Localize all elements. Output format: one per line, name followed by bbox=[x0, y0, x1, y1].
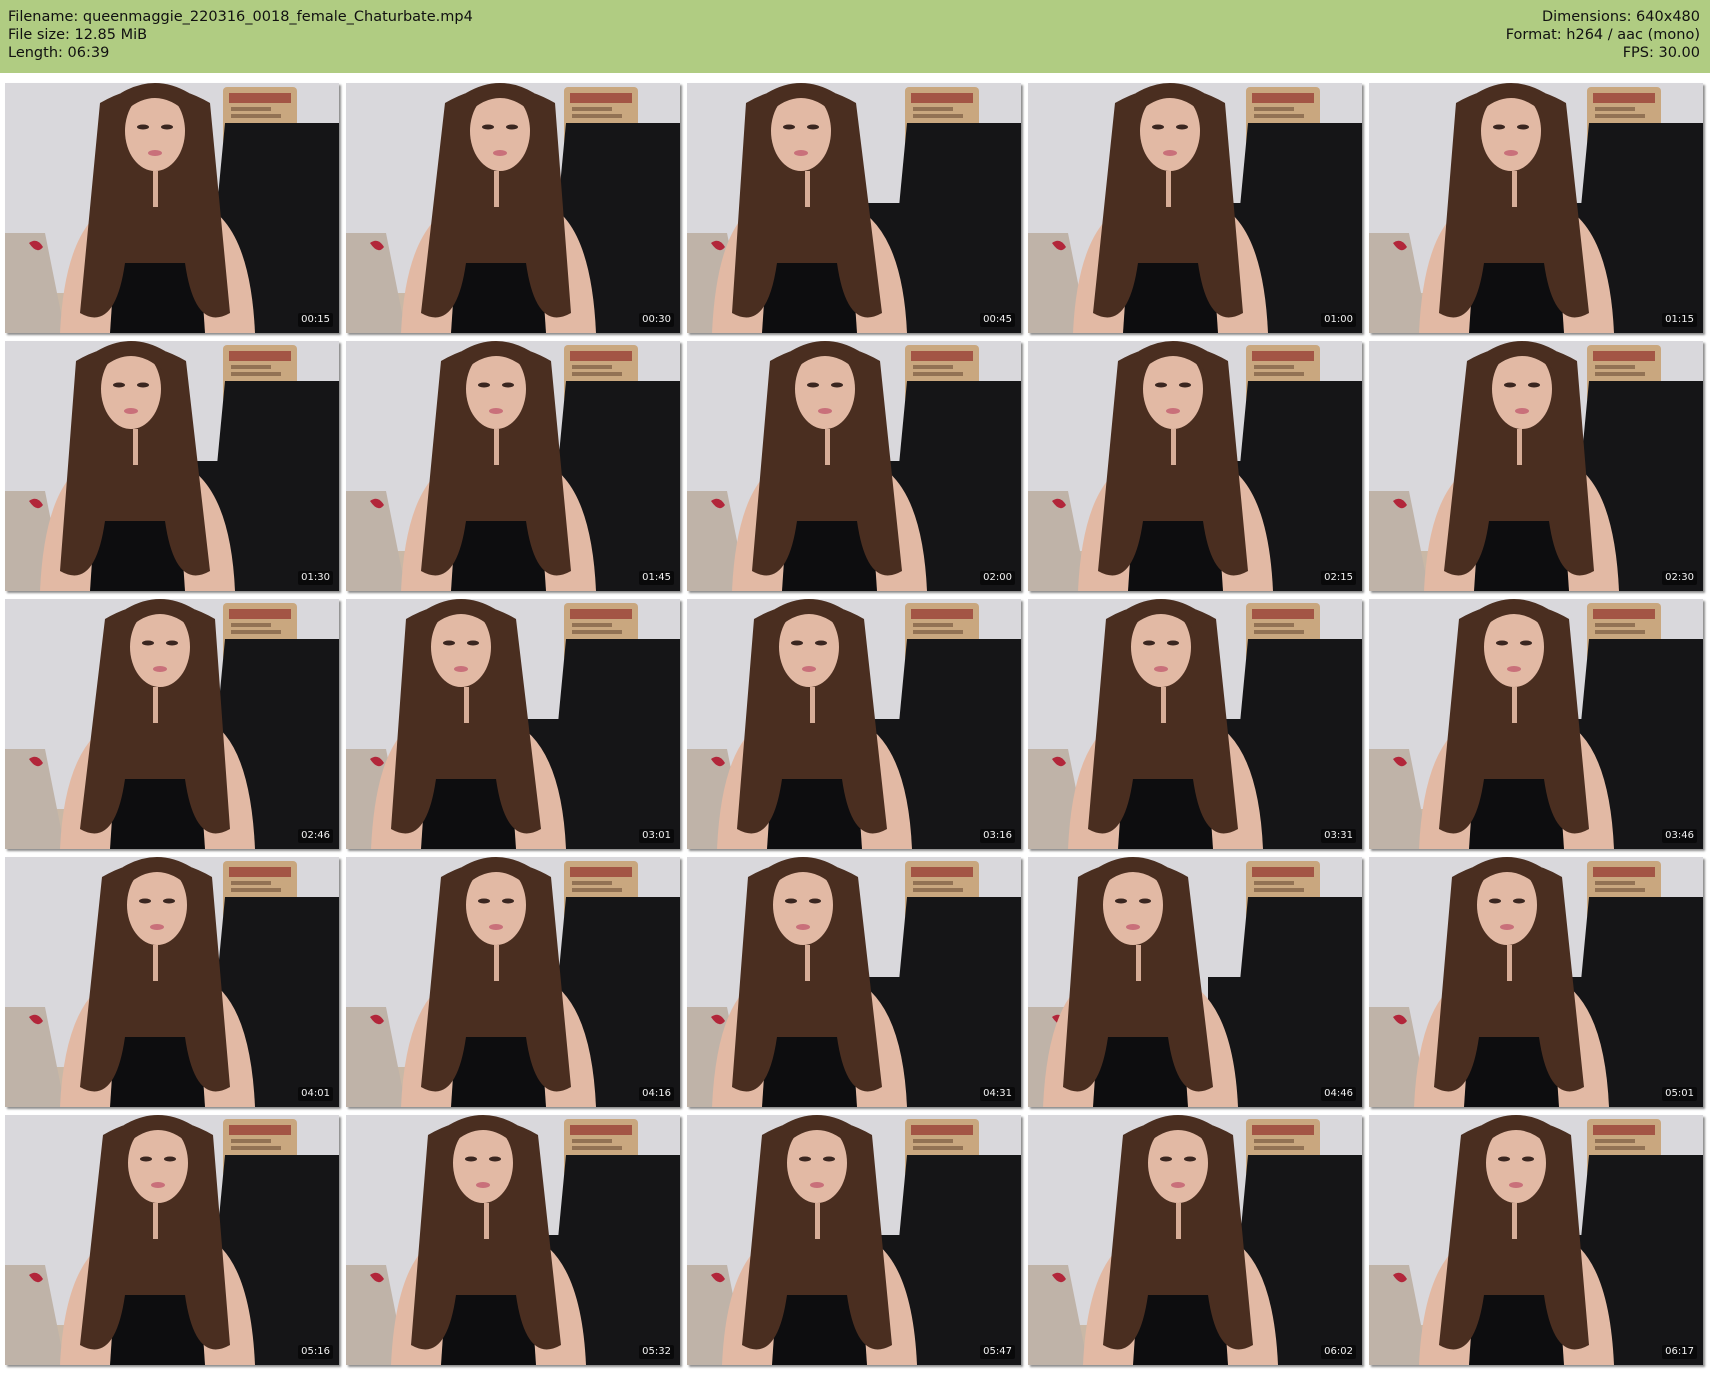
frame-image bbox=[1369, 599, 1703, 849]
frame-image bbox=[346, 857, 680, 1107]
timestamp-label: 03:01 bbox=[639, 829, 674, 843]
frame-image bbox=[1369, 1115, 1703, 1365]
timestamp-label: 04:31 bbox=[980, 1087, 1015, 1101]
frame-image bbox=[687, 83, 1021, 333]
timestamp-label: 03:46 bbox=[1662, 829, 1697, 843]
timestamp-label: 06:02 bbox=[1321, 1345, 1356, 1359]
video-thumbnail[interactable]: 02:00 bbox=[687, 341, 1021, 591]
frame-image bbox=[1028, 1115, 1362, 1365]
frame-image bbox=[5, 599, 339, 849]
frame-image bbox=[5, 341, 339, 591]
frame-image bbox=[687, 857, 1021, 1107]
file-info-left: Filename: queenmaggie_220316_0018_female… bbox=[8, 8, 473, 62]
length-text: Length: 06:39 bbox=[8, 45, 110, 61]
timestamp-label: 05:32 bbox=[639, 1345, 674, 1359]
frame-image bbox=[1028, 341, 1362, 591]
timestamp-label: 04:16 bbox=[639, 1087, 674, 1101]
frame-image bbox=[346, 1115, 680, 1365]
video-thumbnail[interactable]: 04:31 bbox=[687, 857, 1021, 1107]
video-thumbnail[interactable]: 00:30 bbox=[346, 83, 680, 333]
info-header: Filename: queenmaggie_220316_0018_female… bbox=[0, 0, 1710, 73]
video-thumbnail[interactable]: 02:15 bbox=[1028, 341, 1362, 591]
filesize-text: File size: 12.85 MiB bbox=[8, 27, 148, 43]
timestamp-label: 02:15 bbox=[1321, 571, 1356, 585]
frame-image bbox=[346, 599, 680, 849]
video-thumbnail[interactable]: 06:02 bbox=[1028, 1115, 1362, 1365]
timestamp-label: 05:16 bbox=[298, 1345, 333, 1359]
video-thumbnail[interactable]: 05:16 bbox=[5, 1115, 339, 1365]
timestamp-label: 01:30 bbox=[298, 571, 333, 585]
video-thumbnail[interactable]: 04:46 bbox=[1028, 857, 1362, 1107]
filename-text: Filename: queenmaggie_220316_0018_female… bbox=[8, 9, 473, 25]
video-thumbnail[interactable]: 02:46 bbox=[5, 599, 339, 849]
video-thumbnail[interactable]: 04:01 bbox=[5, 857, 339, 1107]
timestamp-label: 02:00 bbox=[980, 571, 1015, 585]
frame-image bbox=[687, 599, 1021, 849]
frame-image bbox=[346, 83, 680, 333]
video-thumbnail[interactable]: 01:15 bbox=[1369, 83, 1703, 333]
video-thumbnail[interactable]: 00:45 bbox=[687, 83, 1021, 333]
video-thumbnail[interactable]: 01:00 bbox=[1028, 83, 1362, 333]
timestamp-label: 01:15 bbox=[1662, 313, 1697, 327]
timestamp-label: 05:47 bbox=[980, 1345, 1015, 1359]
frame-image bbox=[346, 341, 680, 591]
video-thumbnail[interactable]: 01:30 bbox=[5, 341, 339, 591]
fps-text: FPS: 30.00 bbox=[1622, 45, 1700, 61]
video-thumbnail[interactable]: 03:16 bbox=[687, 599, 1021, 849]
timestamp-label: 01:00 bbox=[1321, 313, 1356, 327]
timestamp-label: 00:45 bbox=[980, 313, 1015, 327]
timestamp-label: 02:30 bbox=[1662, 571, 1697, 585]
timestamp-label: 02:46 bbox=[298, 829, 333, 843]
timestamp-label: 04:46 bbox=[1321, 1087, 1356, 1101]
timestamp-label: 05:01 bbox=[1662, 1087, 1697, 1101]
video-thumbnail[interactable]: 00:15 bbox=[5, 83, 339, 333]
video-thumbnail[interactable]: 03:31 bbox=[1028, 599, 1362, 849]
timestamp-label: 00:30 bbox=[639, 313, 674, 327]
frame-image bbox=[1028, 857, 1362, 1107]
frame-image bbox=[1028, 83, 1362, 333]
timestamp-label: 03:16 bbox=[980, 829, 1015, 843]
video-thumbnail[interactable]: 05:47 bbox=[687, 1115, 1021, 1365]
frame-image bbox=[5, 83, 339, 333]
timestamp-label: 06:17 bbox=[1662, 1345, 1697, 1359]
thumbnail-grid: 00:15 00:30 00:45 01:00 01:15 01:30 01:45 02:00… bbox=[5, 83, 1703, 1365]
frame-image bbox=[1369, 83, 1703, 333]
frame-image bbox=[687, 1115, 1021, 1365]
file-info-right: Dimensions: 640x480 Format: h264 / aac (… bbox=[1506, 8, 1700, 62]
timestamp-label: 00:15 bbox=[298, 313, 333, 327]
frame-image bbox=[1369, 857, 1703, 1107]
video-thumbnail[interactable]: 01:45 bbox=[346, 341, 680, 591]
video-thumbnail[interactable]: 06:17 bbox=[1369, 1115, 1703, 1365]
frame-image bbox=[5, 1115, 339, 1365]
video-thumbnail[interactable]: 03:46 bbox=[1369, 599, 1703, 849]
frame-image bbox=[1369, 341, 1703, 591]
timestamp-label: 04:01 bbox=[298, 1087, 333, 1101]
dimensions-text: Dimensions: 640x480 bbox=[1541, 9, 1700, 25]
video-thumbnail[interactable]: 04:16 bbox=[346, 857, 680, 1107]
frame-image bbox=[687, 341, 1021, 591]
video-thumbnail[interactable]: 02:30 bbox=[1369, 341, 1703, 591]
timestamp-label: 03:31 bbox=[1321, 829, 1356, 843]
format-text: Format: h264 / aac (mono) bbox=[1505, 27, 1700, 43]
frame-image bbox=[1028, 599, 1362, 849]
timestamp-label: 01:45 bbox=[639, 571, 674, 585]
video-thumbnail[interactable]: 05:01 bbox=[1369, 857, 1703, 1107]
frame-image bbox=[5, 857, 339, 1107]
video-thumbnail[interactable]: 03:01 bbox=[346, 599, 680, 849]
video-thumbnail[interactable]: 05:32 bbox=[346, 1115, 680, 1365]
